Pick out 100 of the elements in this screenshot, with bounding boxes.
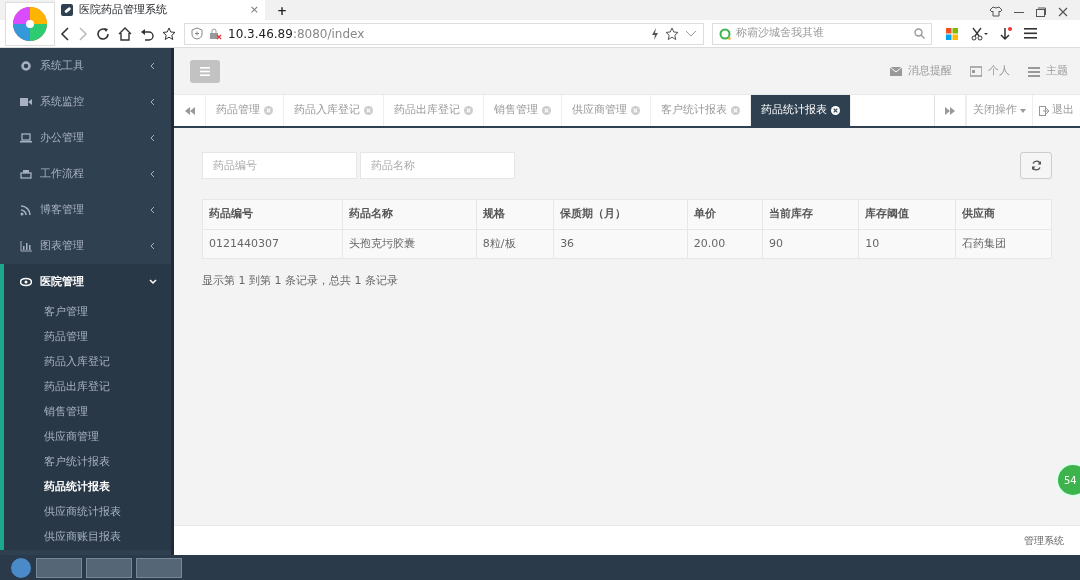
column-header: 规格 bbox=[476, 199, 554, 229]
scroll-right-button[interactable] bbox=[934, 95, 966, 126]
page-favicon-icon bbox=[61, 4, 73, 16]
reload-icon[interactable] bbox=[96, 26, 110, 41]
taskbar-button[interactable] bbox=[86, 557, 132, 578]
chevron-left-icon bbox=[149, 242, 157, 250]
sidebar-item[interactable]: 工作流程 bbox=[0, 156, 171, 192]
refresh-button[interactable] bbox=[1020, 152, 1052, 179]
submenu-item[interactable]: 客户管理 bbox=[4, 300, 171, 325]
download-icon[interactable] bbox=[1000, 26, 1012, 41]
dropdown-caret-icon[interactable] bbox=[685, 29, 697, 38]
submenu-item[interactable]: 供应商管理 bbox=[4, 425, 171, 450]
pagination-info: 显示第 1 到第 1 条记录，总共 1 条记录 bbox=[202, 273, 399, 289]
table-cell: 10 bbox=[858, 229, 956, 259]
column-header: 单价 bbox=[687, 199, 763, 229]
double-right-icon bbox=[945, 106, 955, 115]
page-tab[interactable]: 药品管理 bbox=[206, 95, 284, 126]
header-link[interactable]: 消息提醒 bbox=[890, 62, 952, 80]
sidebar-item[interactable]: 系统监控 bbox=[0, 84, 171, 120]
page-tab[interactable]: 销售管理 bbox=[484, 95, 562, 126]
rss-icon bbox=[20, 204, 32, 216]
menu-toggle-button[interactable] bbox=[190, 59, 220, 83]
column-header: 供应商 bbox=[955, 199, 1052, 229]
column-header: 保质期（月） bbox=[553, 199, 688, 229]
video-camera-icon bbox=[20, 96, 32, 108]
page-tab[interactable]: 药品入库登记 bbox=[284, 95, 384, 126]
apps-grid-icon[interactable] bbox=[946, 27, 958, 40]
id-card-icon bbox=[970, 65, 982, 77]
sidebar-item[interactable]: 办公管理 bbox=[0, 120, 171, 156]
forward-icon[interactable] bbox=[78, 26, 88, 41]
search-icon[interactable] bbox=[914, 28, 925, 39]
table-cell: 头孢克圬胶囊 bbox=[342, 229, 477, 259]
table-cell: 8粒/板 bbox=[476, 229, 554, 259]
undo-icon[interactable] bbox=[140, 26, 154, 41]
maximize-icon[interactable] bbox=[1036, 6, 1046, 17]
new-tab-button[interactable]: + bbox=[277, 2, 288, 20]
close-circle-icon[interactable] bbox=[831, 106, 840, 115]
table-cell: 90 bbox=[762, 229, 859, 259]
taskbar-button[interactable] bbox=[136, 557, 182, 578]
sidebar-item[interactable]: 博客管理 bbox=[0, 192, 171, 228]
column-header: 当前库存 bbox=[762, 199, 859, 229]
menu-icon[interactable] bbox=[1024, 28, 1037, 39]
shield-icon bbox=[191, 27, 203, 40]
sidebar-item[interactable]: 系统工具 bbox=[0, 48, 171, 84]
submenu-item[interactable]: 药品统计报表 bbox=[4, 475, 171, 500]
menu-icon bbox=[200, 66, 210, 76]
sidebar-item[interactable]: 医院管理 bbox=[0, 264, 171, 300]
column-header: 药品编号 bbox=[202, 199, 343, 229]
star-icon[interactable] bbox=[162, 26, 176, 41]
chevron-left-icon bbox=[149, 62, 157, 70]
search-input[interactable]: 药品名称 bbox=[360, 152, 515, 179]
column-header: 药品名称 bbox=[342, 199, 477, 229]
page-tab[interactable]: 供应商管理 bbox=[562, 95, 651, 126]
tab-title: 医院药品管理系统 bbox=[79, 1, 167, 18]
submenu-item[interactable]: 供应商统计报表 bbox=[4, 500, 171, 525]
submenu-item[interactable]: 药品出库登记 bbox=[4, 375, 171, 400]
logout-button[interactable]: 退出 bbox=[1032, 95, 1080, 126]
chevron-left-icon bbox=[149, 170, 157, 178]
refresh-icon bbox=[1030, 160, 1042, 171]
chevron-left-icon bbox=[149, 134, 157, 142]
laptop-icon bbox=[20, 132, 32, 144]
search-engine-logo-icon bbox=[719, 27, 731, 40]
shirt-icon[interactable] bbox=[990, 6, 1002, 17]
taskbar-button[interactable] bbox=[36, 557, 82, 578]
page-tab[interactable]: 药品统计报表 bbox=[751, 95, 851, 126]
header-link[interactable]: 个人 bbox=[970, 62, 1010, 80]
double-left-icon bbox=[184, 106, 195, 115]
search-field[interactable]: 称霸沙城舍我其谁 bbox=[712, 22, 932, 45]
list-icon bbox=[1028, 65, 1040, 77]
table-cell: 20.00 bbox=[687, 229, 763, 259]
submenu-item[interactable]: 销售管理 bbox=[4, 400, 171, 425]
table-cell: 36 bbox=[553, 229, 688, 259]
search-input[interactable]: 药品编号 bbox=[202, 152, 357, 179]
close-icon[interactable] bbox=[1058, 6, 1068, 17]
browser-tab[interactable]: 医院药品管理系统 × bbox=[55, 0, 265, 20]
submenu-item[interactable]: 药品管理 bbox=[4, 325, 171, 350]
tab-close-button[interactable]: × bbox=[249, 1, 259, 19]
url-text: 10.3.46.89:8080/index bbox=[228, 25, 365, 43]
table-cell: 0121440307 bbox=[202, 229, 343, 259]
bar-chart-icon bbox=[20, 240, 32, 252]
submenu-item[interactable]: 客户统计报表 bbox=[4, 450, 171, 475]
search-placeholder: 称霸沙城舍我其谁 bbox=[736, 25, 825, 42]
printer-icon bbox=[20, 168, 32, 180]
header-link[interactable]: 主题 bbox=[1028, 62, 1068, 80]
caret-icon bbox=[1020, 108, 1026, 113]
column-header: 库存阈值 bbox=[858, 199, 956, 229]
page-tab[interactable]: 药品出库登记 bbox=[384, 95, 484, 126]
lightning-icon[interactable] bbox=[651, 27, 659, 40]
sidebar-item[interactable]: 图表管理 bbox=[0, 228, 171, 264]
scissors-icon[interactable] bbox=[970, 26, 988, 41]
browser-logo-icon[interactable] bbox=[12, 6, 48, 42]
submenu-item[interactable]: 供应商账目报表 bbox=[4, 525, 171, 550]
address-bar[interactable]: 10.3.46.89:8080/index bbox=[184, 22, 704, 45]
star-icon[interactable] bbox=[665, 26, 679, 41]
submenu-item[interactable]: 药品入库登记 bbox=[4, 350, 171, 375]
table-cell: 石药集团 bbox=[955, 229, 1052, 259]
start-orb-icon[interactable] bbox=[10, 556, 32, 579]
back-icon[interactable] bbox=[60, 26, 70, 41]
home-icon[interactable] bbox=[118, 26, 132, 41]
close-options-dropdown[interactable]: 关闭操作 bbox=[966, 95, 1032, 126]
